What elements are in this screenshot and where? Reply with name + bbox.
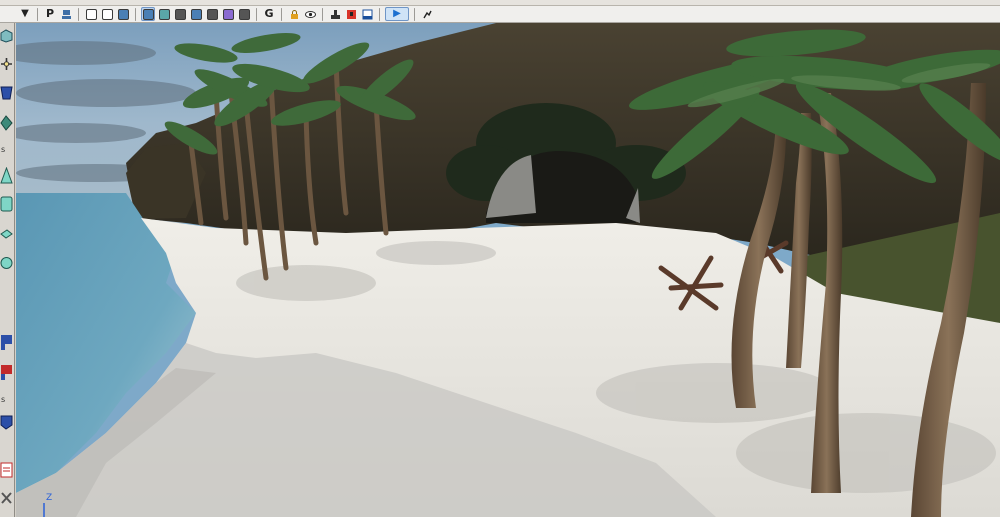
play-button[interactable]: ▶ <box>385 7 409 21</box>
bounding-box-icon[interactable] <box>221 7 235 21</box>
3d-viewport[interactable]: Z <box>16 23 1000 517</box>
toolbar-separator <box>37 7 38 21</box>
eye-icon[interactable] <box>303 7 317 21</box>
grid-icon[interactable] <box>237 7 251 21</box>
group-button[interactable]: G <box>262 7 276 21</box>
wire-cube-icon[interactable] <box>84 7 98 21</box>
shadow-cube-icon[interactable] <box>173 7 187 21</box>
plane-tool-icon[interactable] <box>0 227 14 241</box>
beach-scene <box>16 23 1000 517</box>
snapshot-icon[interactable] <box>420 7 434 21</box>
scale-tool-icon[interactable] <box>0 85 14 101</box>
lit-cube-icon[interactable] <box>157 7 171 21</box>
shaded-cube-icon[interactable] <box>116 7 130 21</box>
camera-icon[interactable] <box>59 7 73 21</box>
move-tool-icon[interactable] <box>0 57 14 71</box>
shelf-section-label: s <box>1 395 6 404</box>
sculpt-brush-icon[interactable] <box>0 115 14 131</box>
toolbar-separator <box>78 7 79 21</box>
toolbar-separator <box>379 7 380 21</box>
isolate-icon[interactable] <box>205 7 219 21</box>
sphere-tool-icon[interactable] <box>0 255 14 271</box>
bevel-tool-icon[interactable] <box>0 413 14 431</box>
app-window: ▼ P G ▶ s s Z <box>0 0 1000 517</box>
toolbar-separator <box>135 7 136 21</box>
toolbar-separator <box>322 7 323 21</box>
cone-tool-icon[interactable] <box>0 167 14 185</box>
toolbar-separator <box>414 7 415 21</box>
toolbar-separator <box>256 7 257 21</box>
render-icon[interactable] <box>328 7 342 21</box>
extrude-tool-icon[interactable] <box>0 195 14 213</box>
textured-cube-icon[interactable] <box>141 7 155 21</box>
shelf-section-label: s <box>1 145 6 154</box>
select-cube-icon[interactable] <box>0 29 14 43</box>
smooth-cube-icon[interactable] <box>100 7 114 21</box>
xray-cube-icon[interactable] <box>189 7 203 21</box>
snap-tool-icon[interactable] <box>0 363 14 381</box>
render-region-icon[interactable] <box>344 7 358 21</box>
frame-icon[interactable] <box>360 7 374 21</box>
tool-shelf: s s <box>0 23 15 517</box>
dropdown-arrow-icon: ▼ <box>21 8 29 19</box>
axis-gizmo: Z <box>40 493 68 517</box>
script-editor-icon[interactable] <box>0 461 14 479</box>
toolbar-separator <box>281 7 282 21</box>
axis-z-label: Z <box>46 493 53 503</box>
view-menu-dropdown[interactable]: ▼ <box>18 7 32 21</box>
perspective-button[interactable]: P <box>43 7 57 21</box>
settings-tool-icon[interactable] <box>0 489 14 507</box>
align-tool-icon[interactable] <box>0 333 14 351</box>
viewport-toolbar: ▼ P G ▶ <box>0 6 1000 23</box>
lock-icon[interactable] <box>287 7 301 21</box>
